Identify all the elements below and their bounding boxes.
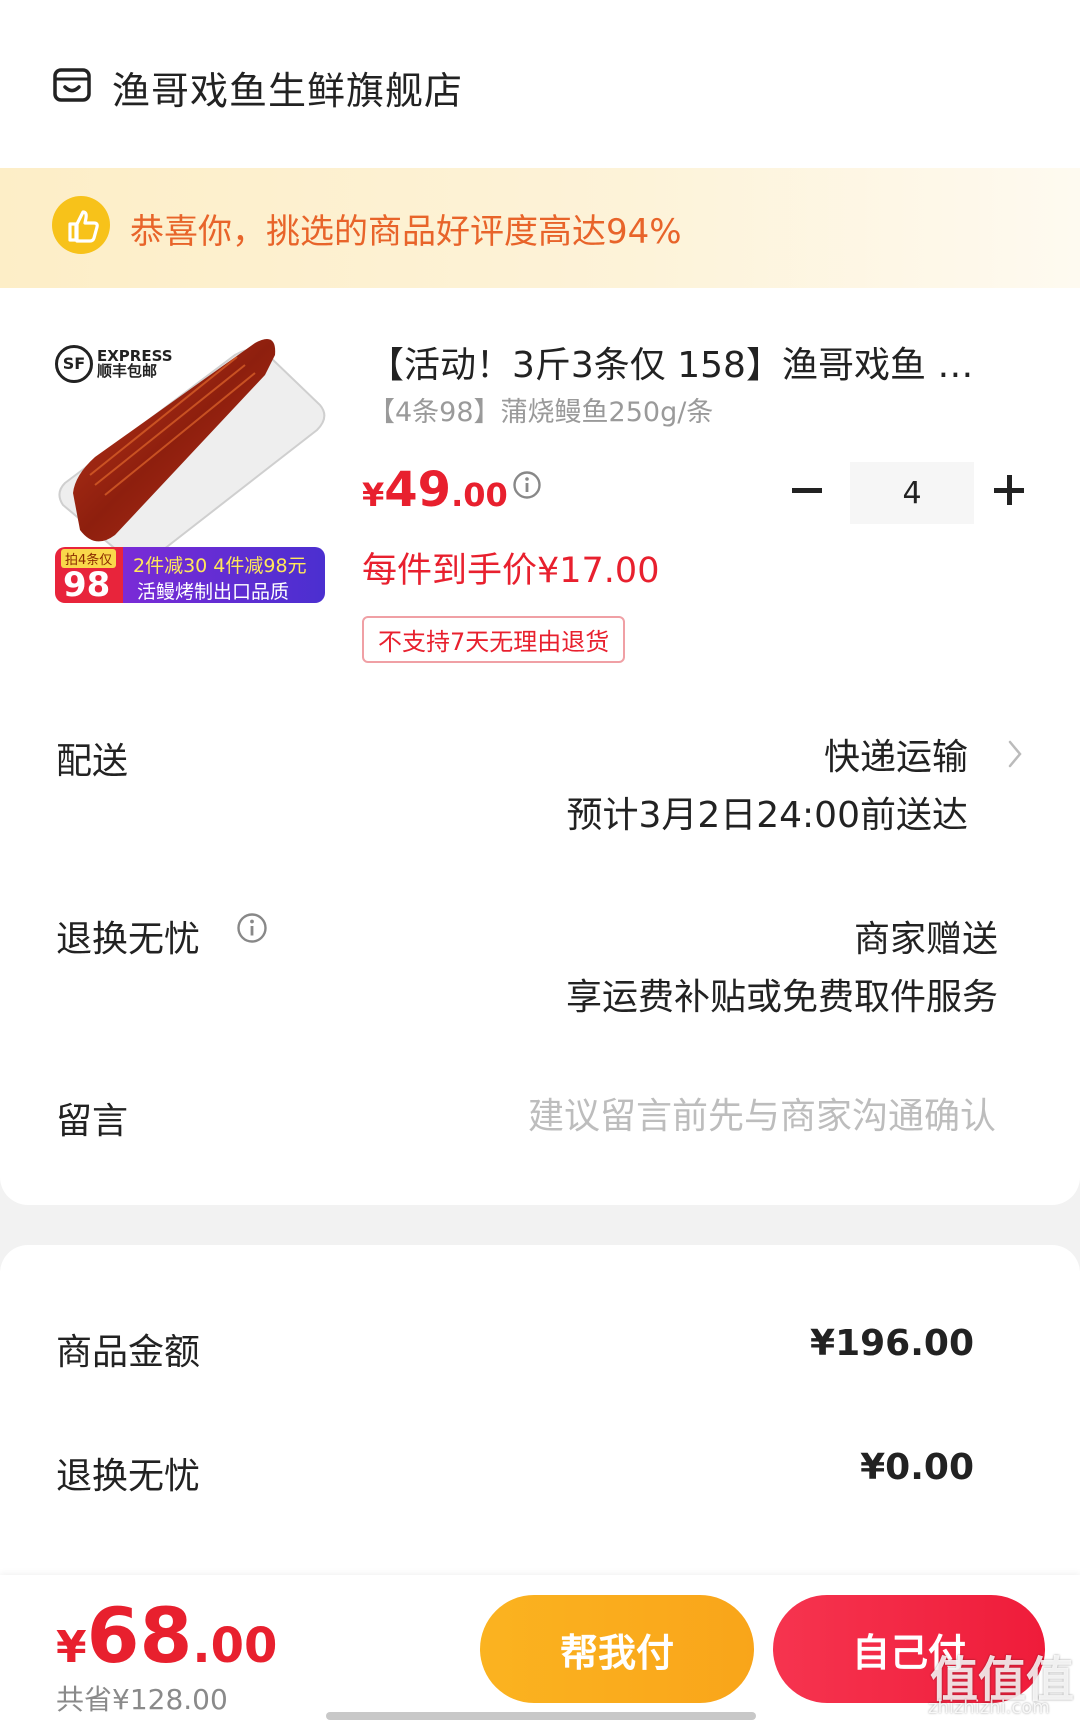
- delivery-label: 配送: [56, 741, 129, 782]
- delivery-eta: 预计3月2日24:00前送达: [566, 795, 968, 836]
- checkout-bar: ¥68.00 共省¥128.00 帮我付 自己付: [0, 1575, 1080, 1724]
- return-policy-badge: 不支持7天无理由退货: [362, 616, 626, 663]
- sf-express-logo: SF EXPRESS 顺丰包邮: [55, 345, 173, 383]
- chevron-right-icon[interactable]: [1006, 738, 1024, 770]
- shop-name: 渔哥戏鱼生鲜旗舰店: [112, 69, 464, 113]
- watermark-url: zhizhizhi.com: [928, 1697, 1050, 1718]
- goods-amount-label: 商品金额: [56, 1332, 201, 1373]
- unit-price: 每件到手价¥17.00: [362, 551, 660, 591]
- product-title[interactable]: 【活动！3斤3条仅 158】渔哥戏鱼 …: [368, 336, 1008, 388]
- product-image[interactable]: SF EXPRESS 顺丰包邮 拍4条仅 98 2件减30 4件减98元 活鳗烤制出…: [55, 335, 327, 605]
- total-price: ¥68.00: [56, 1591, 278, 1680]
- product-price: ¥49.00: [362, 462, 508, 518]
- info-icon[interactable]: [512, 470, 542, 500]
- returns-fee-value: ¥0.00: [860, 1447, 974, 1488]
- banner-text: 恭喜你，挑选的商品好评度高达94%: [130, 212, 682, 252]
- promo-tag: 拍4条仅 98 2件减30 4件减98元 活鳗烤制出口品质: [55, 547, 325, 605]
- product-sku[interactable]: 【4条98】蒲烧鳗鱼250g/条: [368, 390, 713, 429]
- help-pay-button[interactable]: 帮我付: [480, 1595, 754, 1703]
- shop-header[interactable]: 渔哥戏鱼生鲜旗舰店: [0, 0, 1080, 170]
- rating-banner: 恭喜你，挑选的商品好评度高达94%: [0, 168, 1080, 288]
- quantity-decrease-button[interactable]: [788, 470, 828, 510]
- shop-icon: [53, 68, 91, 102]
- home-indicator[interactable]: [326, 1712, 756, 1720]
- delivery-method[interactable]: 快递运输: [824, 728, 968, 780]
- returns-value: 商家赠送: [853, 919, 998, 960]
- returns-label: 退换无忧: [56, 919, 201, 960]
- goods-amount-value: ¥196.00: [810, 1323, 974, 1364]
- quantity-input[interactable]: [850, 462, 974, 524]
- returns-desc: 享运费补贴或免费取件服务: [565, 977, 998, 1018]
- savings-text: 共省¥128.00: [56, 1683, 228, 1716]
- quantity-increase-button[interactable]: [990, 470, 1030, 510]
- thumbs-up-icon: [52, 196, 110, 254]
- order-card: 渔哥戏鱼生鲜旗舰店 恭喜你，挑选的商品好评度高达94% SF EXPRESS 顺丰包…: [0, 0, 1080, 1205]
- info-icon[interactable]: [236, 912, 268, 944]
- message-input[interactable]: [434, 1090, 998, 1142]
- returns-fee-label: 退换无忧: [56, 1456, 201, 1497]
- message-label: 留言: [56, 1101, 129, 1142]
